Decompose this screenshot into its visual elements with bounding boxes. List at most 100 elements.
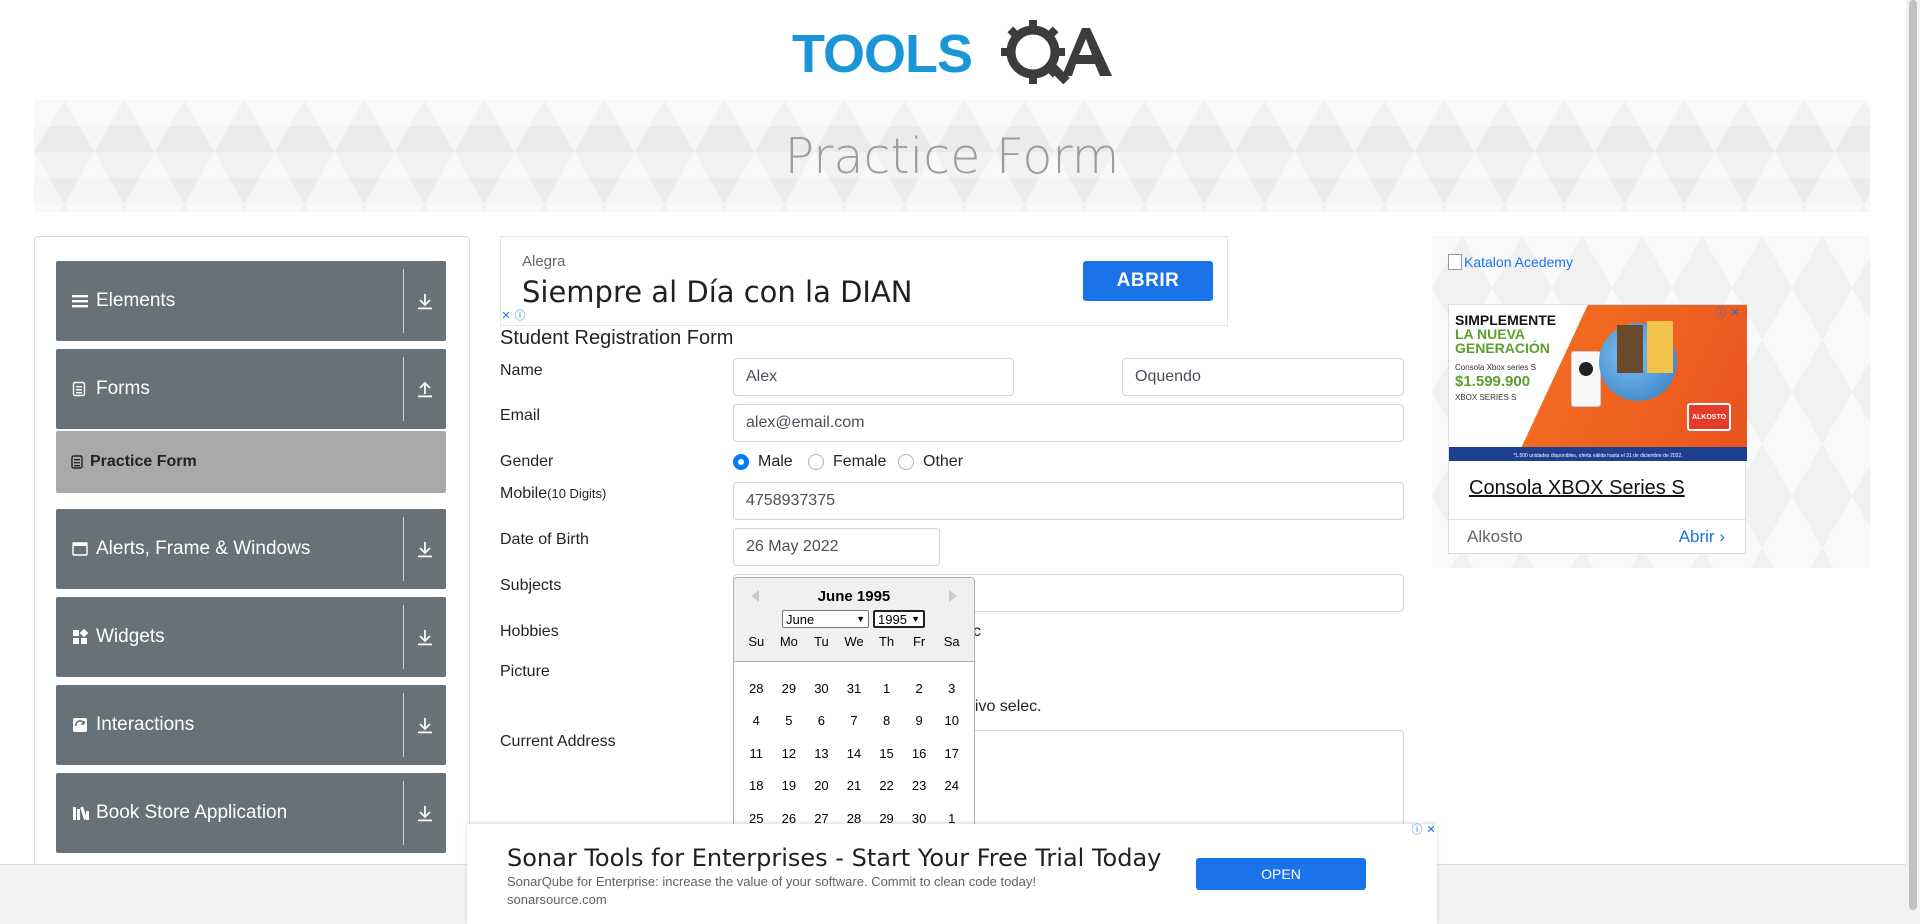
last-name-input[interactable]: Oquendo [1122,358,1404,396]
calendar-day[interactable]: 22 [870,770,903,803]
calendar-day[interactable]: 13 [805,737,838,770]
email-input[interactable]: alex@email.com [733,404,1404,442]
calendar-day[interactable]: 7 [838,705,871,738]
next-month-icon[interactable] [949,590,957,602]
ad-headline[interactable]: Siempre al Día con la DIAN [522,275,912,309]
download-arrow-icon[interactable] [414,597,436,677]
subjects-label: Subjects [500,577,562,594]
toolsqa-logo[interactable]: TOOLS [790,14,1116,92]
form-icon [71,431,83,493]
calendar-day[interactable]: 1 [870,672,903,705]
calendar-day[interactable]: 11 [740,737,773,770]
upload-arrow-icon[interactable] [414,349,436,429]
first-name-input[interactable]: Alex [733,358,1014,396]
gender-radio-female[interactable]: Female [808,453,886,471]
store-badge: ALKOSTO [1687,403,1731,431]
calendar-day[interactable]: 9 [903,705,936,738]
xbox-ad-image[interactable]: SIMPLEMENTE LA NUEVA GENERACIÓN Consola … [1449,305,1747,461]
top-advertisement[interactable]: Alegra Siempre al Día con la DIAN ABRIR [500,236,1228,326]
info-icon[interactable]: ⓘ [514,310,526,322]
day-name: Mo [779,634,798,649]
day-name: Su [748,634,765,649]
download-arrow-icon[interactable] [414,685,436,765]
calendar-day[interactable]: 6 [805,705,838,738]
calendar-day[interactable]: 18 [740,770,773,803]
info-icon[interactable]: ⓘ [1715,307,1727,319]
sidebar-group-label: Elements [96,290,176,311]
calendar-day[interactable]: 16 [903,737,936,770]
radio-unchecked[interactable] [808,454,824,470]
calendar-day[interactable]: 10 [935,705,968,738]
month-select-value: June [786,611,815,627]
divider [403,517,404,581]
calendar-day[interactable]: 15 [870,737,903,770]
picture-label: Picture [500,663,550,680]
datepicker-header: June 1995 June ▼ 1995 ▼ Su Mo Tu We Th F… [734,578,974,662]
month-select[interactable]: June ▼ [782,610,869,628]
sidebar-group-alerts[interactable]: Alerts, Frame & Windows [56,509,446,589]
divider [1449,519,1745,520]
calendar-day[interactable]: 5 [773,705,806,738]
ad-title[interactable]: Consola XBOX Series S [1469,477,1685,500]
calendar-day[interactable]: 8 [870,705,903,738]
ad-open-link[interactable]: Abrir › [1679,527,1725,547]
ad-choices[interactable]: ⓘ ✕ [1411,824,1437,836]
dob-input[interactable]: 26 May 2022 [733,528,940,566]
right-advertisement: Katalon Acedemy SIMPLEMENTE LA NUEVA GEN… [1432,236,1870,568]
download-arrow-icon[interactable] [414,773,436,853]
ad-choices[interactable]: ⓘ ✕ [1715,307,1741,319]
calendar-day[interactable]: 28 [740,672,773,705]
divider [403,269,404,333]
calendar-day[interactable]: 4 [740,705,773,738]
calendar-day[interactable]: 24 [935,770,968,803]
year-select[interactable]: 1995 ▼ [873,610,925,628]
day-name: Sa [943,634,960,649]
calendar-day[interactable]: 3 [935,672,968,705]
gender-radio-other[interactable]: Other [898,453,963,471]
xbox-ad-card[interactable]: SIMPLEMENTE LA NUEVA GENERACIÓN Consola … [1448,304,1747,554]
radio-checked[interactable] [733,454,749,470]
calendar-day[interactable]: 31 [838,672,871,705]
sidebar-item-practice-form[interactable]: Practice Form [56,431,446,493]
promo-line2: LA NUEVA [1455,326,1525,342]
hobbies-label: Hobbies [500,623,559,640]
info-icon[interactable]: ⓘ [1411,824,1423,836]
mobile-input[interactable]: 4758937375 [733,482,1404,520]
sidebar-group-widgets[interactable]: Widgets [56,597,446,677]
radio-label: Male [758,453,793,470]
page-title: Practice Form [784,128,1120,185]
scrollbar-thumb[interactable] [1909,0,1917,910]
close-icon[interactable]: ✕ [1729,307,1741,319]
radio-unchecked[interactable] [898,454,914,470]
calendar-day[interactable]: 17 [935,737,968,770]
download-arrow-icon[interactable] [414,261,436,341]
vertical-scrollbar[interactable] [1906,0,1920,924]
calendar-day[interactable]: 2 [903,672,936,705]
download-arrow-icon[interactable] [414,509,436,589]
calendar-day[interactable]: 12 [773,737,806,770]
calendar-day[interactable]: 30 [805,672,838,705]
close-icon[interactable]: ✕ [500,310,512,322]
sidebar-group-elements[interactable]: Elements [56,261,446,341]
sidebar-group-book-store[interactable]: Book Store Application [56,773,446,853]
calendar-day[interactable]: 21 [838,770,871,803]
calendar-day[interactable]: 20 [805,770,838,803]
calendar-day[interactable]: 23 [903,770,936,803]
calendar-day[interactable]: 19 [773,770,806,803]
sidebar-group-forms[interactable]: Forms [56,349,446,429]
gender-radio-male[interactable]: Male [733,453,793,471]
close-icon[interactable]: ✕ [1425,824,1437,836]
ad-choices[interactable]: ✕ ⓘ [500,310,526,322]
ad-advertiser: Alegra [522,253,566,270]
broken-image-link[interactable]: Katalon Acedemy [1448,254,1573,270]
calendar-day[interactable]: 29 [773,672,806,705]
sidebar-group-label: Book Store Application [96,802,288,823]
day-names-row: Su Mo Tu We Th Fr Sa [740,634,968,649]
bottom-advertisement[interactable]: Sonar Tools for Enterprises - Start Your… [467,824,1437,924]
ad-open-button[interactable]: OPEN [1196,858,1366,890]
ad-open-button[interactable]: ABRIR [1083,261,1213,301]
calendar-day[interactable]: 14 [838,737,871,770]
ad-headline[interactable]: Sonar Tools for Enterprises - Start Your… [507,844,1161,872]
radio-label: Other [923,453,964,470]
sidebar-group-interactions[interactable]: Interactions [56,685,446,765]
